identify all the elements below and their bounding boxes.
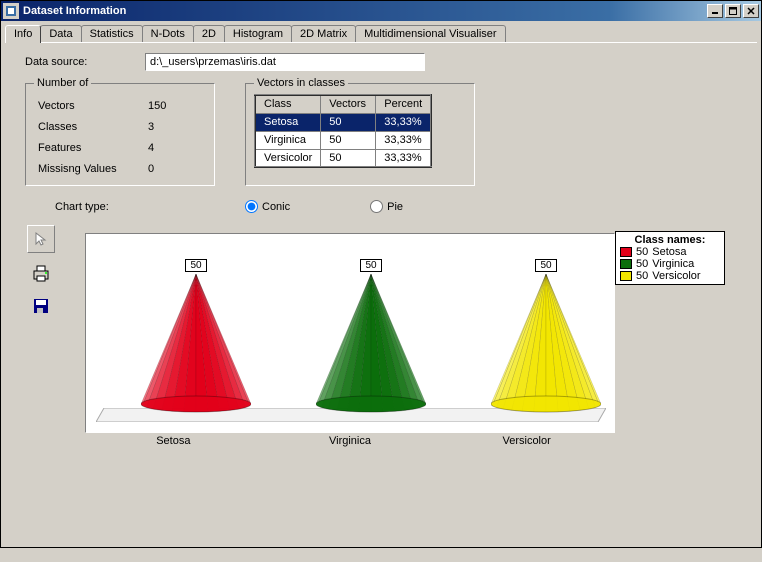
- chart-legend: Class names: 50Setosa50Virginica50Versic…: [615, 231, 725, 285]
- numberof-label: Missisng Values: [38, 163, 148, 175]
- close-button[interactable]: [743, 4, 759, 18]
- legend-item: 50Virginica: [620, 258, 720, 270]
- minimize-button[interactable]: [707, 4, 723, 18]
- axis-label: Setosa: [88, 435, 258, 447]
- numberof-label: Classes: [38, 121, 148, 133]
- radio-conic[interactable]: Conic: [245, 200, 290, 213]
- tab-2d[interactable]: 2D: [193, 25, 225, 42]
- tab-2d-matrix[interactable]: 2D Matrix: [291, 25, 356, 42]
- window-title: Dataset Information: [23, 5, 707, 17]
- numberof-value: 150: [148, 100, 188, 112]
- table-header[interactable]: Percent: [376, 95, 431, 113]
- tab-data[interactable]: Data: [40, 25, 81, 42]
- tab-statistics[interactable]: Statistics: [81, 25, 143, 42]
- radio-pie[interactable]: Pie: [370, 200, 403, 213]
- cone-value-label: 50: [185, 259, 206, 272]
- tab-n-dots[interactable]: N-Dots: [142, 25, 194, 42]
- axis-label: Versicolor: [442, 435, 612, 447]
- legend-title: Class names:: [620, 234, 720, 246]
- numberof-label: Vectors: [38, 100, 148, 112]
- save-icon[interactable]: [33, 298, 49, 317]
- pointer-tool-button[interactable]: [27, 225, 55, 253]
- chart-cone: 50: [476, 259, 616, 414]
- cone-value-label: 50: [360, 259, 381, 272]
- maximize-button[interactable]: [725, 4, 741, 18]
- tab-multidimensional-visualiser[interactable]: Multidimensional Visualiser: [355, 25, 505, 42]
- numberof-label: Features: [38, 142, 148, 154]
- data-source-input[interactable]: d:\_users\przemas\iris.dat: [145, 53, 425, 71]
- data-source-label: Data source:: [25, 56, 145, 68]
- table-header[interactable]: Class: [255, 95, 321, 113]
- legend-item: 50Setosa: [620, 246, 720, 258]
- app-icon: [3, 3, 19, 19]
- axis-label: Virginica: [265, 435, 435, 447]
- table-row[interactable]: Setosa5033,33%: [255, 113, 431, 131]
- numberof-legend: Number of: [34, 77, 91, 89]
- table-row[interactable]: Versicolor5033,33%: [255, 149, 431, 167]
- numberof-value: 3: [148, 121, 188, 133]
- numberof-value: 0: [148, 163, 188, 175]
- chart-cone: 50: [301, 259, 441, 414]
- print-icon[interactable]: [31, 265, 51, 286]
- chart-cone: 50: [126, 259, 266, 414]
- tab-info[interactable]: Info: [5, 25, 41, 43]
- cone-value-label: 50: [535, 259, 556, 272]
- table-row[interactable]: Virginica5033,33%: [255, 131, 431, 149]
- numberof-value: 4: [148, 142, 188, 154]
- vectors-legend: Vectors in classes: [254, 77, 348, 89]
- tab-histogram[interactable]: Histogram: [224, 25, 292, 42]
- legend-item: 50Versicolor: [620, 270, 720, 282]
- class-table[interactable]: ClassVectorsPercent Setosa5033,33%Virgin…: [254, 94, 432, 168]
- table-header[interactable]: Vectors: [321, 95, 376, 113]
- chart-type-label: Chart type:: [55, 201, 165, 213]
